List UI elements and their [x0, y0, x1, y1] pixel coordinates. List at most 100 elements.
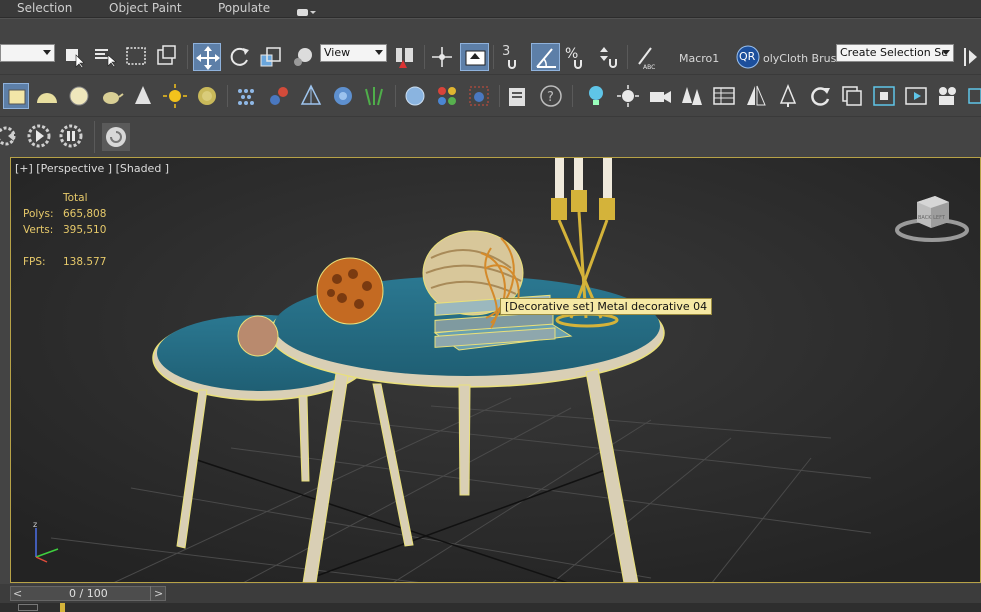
- percent-snap-icon: %: [565, 46, 582, 69]
- gear-step-back-icon: [0, 126, 16, 146]
- select-object-button[interactable]: [61, 43, 87, 69]
- scene-explorer-button[interactable]: [505, 83, 531, 109]
- disc-button[interactable]: [194, 83, 220, 109]
- teapot-button[interactable]: [98, 83, 124, 109]
- named-selection-pen-icon: ABC: [638, 47, 655, 70]
- render-region-button[interactable]: [466, 83, 492, 109]
- teapot-icon: [103, 92, 124, 104]
- stop-animation-button[interactable]: [58, 123, 84, 149]
- hemisphere-button[interactable]: [34, 83, 60, 109]
- edit-named-selections-button[interactable]: ABC: [633, 44, 659, 70]
- foliage-button[interactable]: [362, 83, 388, 109]
- video-post-button[interactable]: [935, 83, 961, 109]
- material-sphere-icon: [405, 86, 425, 106]
- material-editor-icon: [438, 87, 456, 105]
- track-bar[interactable]: [0, 603, 981, 612]
- small-ornament-model[interactable]: [237, 315, 279, 357]
- stats-polys-value: 665,808: [63, 208, 107, 220]
- create-toolbar: ?: [0, 74, 981, 117]
- main-toolbar: View 3 % ABC Macro1 QR olyCloth Brushe C…: [0, 18, 981, 75]
- named-selection-sets-dropdown[interactable]: Create Selection Se: [836, 44, 954, 62]
- sun-light-button[interactable]: [162, 83, 188, 109]
- safe-frame-button[interactable]: [871, 83, 897, 109]
- tab-populate[interactable]: Populate: [218, 0, 270, 17]
- svg-text:%: %: [565, 46, 578, 62]
- window-crossing-button[interactable]: [154, 43, 180, 69]
- rectangular-selection-button[interactable]: [123, 43, 149, 69]
- spiral-icon: [106, 127, 126, 147]
- toolbar-divider: [499, 85, 500, 107]
- sphere-icon: [69, 86, 89, 106]
- stats-verts-label: Verts:: [23, 224, 54, 236]
- select-and-manipulate-button[interactable]: [429, 44, 455, 70]
- tab-selection[interactable]: Selection: [17, 0, 72, 17]
- grid-particles-button[interactable]: [234, 83, 260, 109]
- play-button[interactable]: [26, 123, 52, 149]
- material-editor-button[interactable]: [434, 83, 460, 109]
- use-pivot-center-button[interactable]: [393, 44, 419, 70]
- percent-snap-toggle-button[interactable]: %: [564, 44, 590, 70]
- script-listener-button[interactable]: [102, 123, 130, 151]
- macro-button-label[interactable]: Macro1: [679, 52, 719, 65]
- spinner-snap-toggle-button[interactable]: [595, 44, 621, 70]
- forest-button[interactable]: [679, 83, 705, 109]
- refresh-icon: [811, 87, 830, 106]
- stats-fps-value: 138.577: [63, 256, 107, 268]
- select-and-rotate-button[interactable]: [226, 44, 252, 70]
- time-slider-next[interactable]: >: [154, 587, 163, 600]
- sun-icon: [163, 84, 187, 108]
- time-slider-frame: 0 / 100: [69, 587, 108, 600]
- previous-key-button[interactable]: [0, 123, 20, 149]
- select-by-name-button[interactable]: [92, 43, 118, 69]
- place-icon: [294, 48, 312, 66]
- layer-manager-button[interactable]: [839, 83, 865, 109]
- viewport-scene: z: [11, 158, 980, 582]
- grass-icon: [365, 87, 383, 106]
- tree-selection-button[interactable]: [775, 83, 801, 109]
- select-and-move-button[interactable]: [193, 43, 221, 71]
- mirror-button[interactable]: [960, 44, 981, 70]
- omni-light-button[interactable]: [615, 83, 641, 109]
- ribbon-options-toggle[interactable]: [296, 3, 318, 16]
- time-slider[interactable]: < 0 / 100 >: [10, 586, 166, 601]
- svg-text:?: ?: [547, 90, 554, 105]
- keyboard-shortcut-override-button[interactable]: [460, 43, 489, 71]
- keyboard-override-icon: [465, 50, 486, 66]
- geosphere-button[interactable]: [330, 83, 356, 109]
- mirror-tool-button[interactable]: [743, 83, 769, 109]
- toolbar-divider: [187, 45, 188, 69]
- table-layout-button[interactable]: [711, 83, 737, 109]
- reference-coordinate-dropdown[interactable]: View: [320, 44, 387, 62]
- qr-script-button[interactable]: QR: [736, 45, 760, 69]
- light-bulb-button[interactable]: [583, 83, 609, 109]
- camera-button[interactable]: [647, 83, 673, 109]
- angle-snap-toggle-button[interactable]: [531, 43, 560, 71]
- safe-frame-icon: [873, 86, 895, 106]
- pyramid-helper-button[interactable]: [298, 83, 324, 109]
- select-and-scale-button[interactable]: [258, 44, 284, 70]
- snaps-toggle-button[interactable]: 3: [499, 44, 525, 70]
- viewcube-icon: BACK LEFT: [895, 196, 969, 242]
- sphere-button[interactable]: [66, 83, 92, 109]
- box-button[interactable]: [3, 83, 29, 109]
- toolbar-divider: [227, 85, 228, 107]
- viewcube[interactable]: BACK LEFT: [895, 192, 969, 244]
- cone-button[interactable]: [130, 83, 156, 109]
- time-slider-prev[interactable]: <: [13, 587, 22, 600]
- refresh-button[interactable]: [807, 83, 833, 109]
- material-sphere-button[interactable]: [402, 83, 428, 109]
- select-by-name-icon: [95, 49, 117, 68]
- render-frame-button[interactable]: [903, 83, 929, 109]
- decorative-ball-model[interactable]: [316, 257, 384, 325]
- help-button[interactable]: ?: [538, 83, 564, 109]
- perspective-viewport[interactable]: z [+] [Perspective ] [Shaded ] Total Pol…: [10, 157, 981, 583]
- select-and-place-button[interactable]: [290, 44, 316, 70]
- toolbar-divider: [627, 45, 628, 69]
- selection-filter-dropdown[interactable]: [0, 44, 55, 62]
- viewport-layout-button[interactable]: [966, 83, 981, 109]
- viewport-label[interactable]: [+] [Perspective ] [Shaded ]: [15, 162, 169, 175]
- stats-verts-value: 395,510: [63, 224, 107, 236]
- dynamics-button[interactable]: [266, 83, 292, 109]
- tab-object-paint[interactable]: Object Paint: [109, 0, 182, 17]
- rectangle-selection-icon: [126, 47, 146, 65]
